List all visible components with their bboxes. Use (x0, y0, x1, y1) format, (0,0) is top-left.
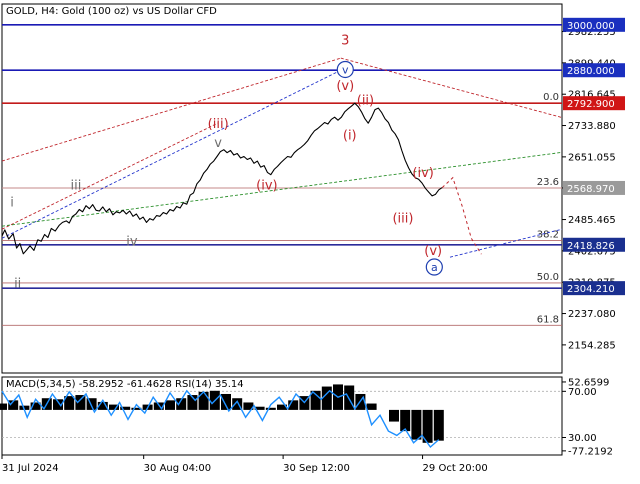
fib-label: 61.8 (537, 314, 559, 325)
macd-bar (221, 393, 231, 410)
macd-bar (366, 403, 377, 410)
wave-label: a (431, 261, 438, 274)
macd-bar (0, 403, 7, 410)
macd-bar (321, 386, 332, 410)
wave-label: (v) (336, 79, 354, 94)
wave-label: (v) (424, 244, 442, 259)
level-2568-label: 2568.970 (567, 184, 615, 195)
macd-bar (265, 407, 276, 410)
fib-label: 23.6 (537, 177, 559, 188)
wave-label: (iii) (392, 212, 413, 227)
indicator-tick-label: 30.00 (568, 433, 597, 444)
wave-label: 3 (341, 34, 349, 49)
price-tick-label: 2237.080 (568, 309, 616, 320)
time-tick-label: 30 Sep 12:00 (283, 463, 350, 474)
wave-label: v (214, 136, 222, 151)
fib-label: 50.0 (537, 272, 559, 283)
macd-bar (389, 409, 399, 422)
wave-label: (iv) (256, 179, 277, 194)
wave-label: (i) (343, 129, 357, 144)
chart-title: GOLD, H4: Gold (100 oz) vs US Dollar CFD (6, 6, 217, 17)
price-tick-label: 2651.055 (568, 152, 616, 163)
time-tick-label: 31 Jul 2024 (2, 463, 59, 474)
wave-label: iii (70, 179, 81, 194)
macd-bar (433, 409, 444, 441)
wave-label: v (342, 63, 349, 76)
chart-svg: 2982.2552899.4402816.6452733.8802651.055… (0, 0, 640, 480)
wave-label: (ii) (357, 94, 374, 109)
wave-label: ii (14, 276, 21, 291)
macd-bar (411, 409, 422, 440)
indicator-tick-label: -77.2192 (568, 446, 613, 457)
price-tick-label: 2154.285 (568, 340, 616, 351)
fib-label: 0.0 (543, 92, 559, 103)
macd-bar (165, 400, 175, 410)
level-2304-label: 2304.210 (567, 284, 615, 295)
indicator-label: MACD(5,34,5) -58.2952 -61.4628 RSI(14) 3… (6, 379, 244, 390)
time-tick-label: 29 Oct 20:00 (423, 463, 488, 474)
wave-label: iv (126, 234, 138, 249)
wave-label: (iii) (208, 117, 229, 132)
macd-bar (400, 409, 411, 432)
price-tick-label: 2485.465 (568, 215, 616, 226)
level-2418-label: 2418.826 (567, 241, 615, 252)
indicator-tick-label: 70.00 (568, 387, 597, 398)
level-2880-label: 2880.000 (567, 66, 615, 77)
level-3000-label: 3000.000 (567, 21, 615, 32)
wave-label: (iv) (412, 166, 433, 181)
time-tick-label: 30 Aug 04:00 (144, 463, 211, 474)
chart-container: 2982.2552899.4402816.6452733.8802651.055… (0, 0, 640, 480)
wave-label: i (10, 196, 14, 211)
level-2792-label: 2792.900 (567, 99, 615, 110)
price-tick-label: 2733.880 (568, 121, 616, 132)
